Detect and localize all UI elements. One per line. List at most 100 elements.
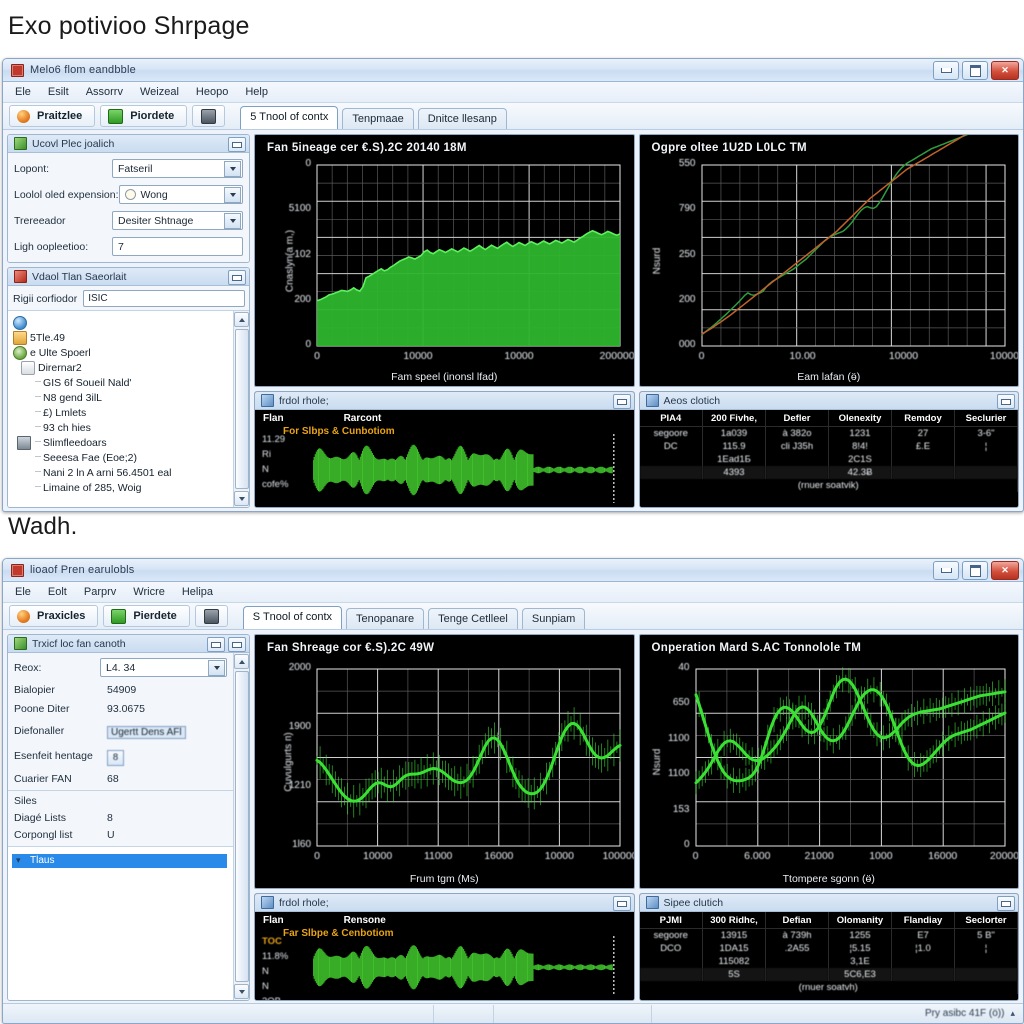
table-row[interactable]: 4393 42.3Ƀ [639,466,1018,479]
tree-item[interactable] [13,315,233,330]
column-header[interactable]: Defian [765,912,829,929]
column-header[interactable]: Olenexity [828,410,892,427]
menu-item-heopo[interactable]: Heopo [196,86,228,98]
tree-item[interactable]: ┄ 93 ch hies [13,420,233,435]
oopleetioo-input[interactable]: 7 [112,237,243,256]
chevron-down-icon[interactable] [224,161,241,177]
waveform-icon [261,394,274,407]
chevron-down-icon[interactable] [208,660,225,676]
column-header[interactable]: PIA4 [639,410,703,427]
tree-item[interactable]: ┄ N8 gend 3ilL [13,390,233,405]
toolbar-button-properties[interactable]: Praxicles [9,605,99,627]
table-row[interactable]: 115082 3,1E [639,955,1018,968]
scroll-up-icon[interactable] [234,654,249,669]
pane-close-button[interactable] [228,637,246,652]
menu-item-help[interactable]: Helipa [182,586,213,598]
tree-item[interactable]: e Ulte Spoerl [13,345,233,360]
pane-restore-button[interactable] [997,394,1015,409]
pane-restore-button[interactable] [997,896,1015,911]
tree-item[interactable]: Dirernar2 [13,360,233,375]
table-row[interactable]: 5S 5C6,E3 [639,968,1018,981]
tree-item[interactable]: 5Tlе.49 [13,330,233,345]
diefonaller-control[interactable]: Ugertt Dens AFl [107,722,227,740]
scroll-down-icon[interactable] [234,984,249,999]
menu-item-edit[interactable]: Esilt [48,86,69,98]
scrollbar-thumb[interactable] [234,329,249,489]
toolbar-button-tool[interactable] [194,605,228,627]
pane-restore-button[interactable] [228,137,246,152]
scroll-up-icon[interactable] [234,312,249,327]
chevron-down-icon[interactable]: ▾ [16,855,21,866]
tab-tool-of-contents[interactable]: S Tnool of contx [242,606,343,629]
tree-item[interactable]: ┄ £) Lmlets [13,405,233,420]
scroll-down-icon[interactable] [234,491,249,506]
tab-temperature[interactable]: Tenopanare [346,608,425,629]
column-header[interactable]: Olomanity [828,912,892,929]
lopont-combobox[interactable]: Fatseril [112,159,243,178]
toolbar-button-tool[interactable] [192,105,226,127]
tree-item[interactable]: ┄ Slimfleedoars [13,435,233,450]
trereeador-combobox[interactable]: Desiter Shtnage [112,211,243,230]
menu-item-help[interactable]: Help [245,86,268,98]
pane-restore-button[interactable] [612,394,631,409]
tree-item[interactable]: ┄ GIS 6f Soueil Nald' [13,375,233,390]
window1-titlebar[interactable]: Melo6 flom eandbble ✕ [3,59,1023,82]
toolbar-button-properties[interactable]: Praitzlee [9,105,96,127]
expension-combobox[interactable]: Wong [118,185,243,204]
column-header[interactable]: Remdoy [891,410,955,427]
menu-item-window[interactable]: Wricre [133,586,165,598]
list-item-selected[interactable]: ▾ Tlaus [12,853,227,868]
settings-form: Lopont: Fatseril Loolol oled expension: … [8,153,249,262]
chevron-up-icon[interactable]: ▴ [1010,1008,1015,1019]
table-row[interactable]: segoore 1a039 à 382o 1231 27 3-6ʺ [639,426,1018,440]
menu-item-file[interactable]: Ele [15,586,31,598]
y-axis-tick: 200 [294,293,311,305]
menu-item-window[interactable]: Weizeal [140,86,179,98]
column-header[interactable]: Seclorter [954,912,1018,929]
maximize-button[interactable] [962,61,988,80]
reox-combobox[interactable]: L4. 34 [100,658,227,677]
minimize-button[interactable] [933,61,959,80]
close-button[interactable]: ✕ [991,561,1019,580]
properties-scrollbar[interactable] [233,653,249,1000]
column-header[interactable]: PJMI [639,912,703,929]
pane-restore-button[interactable] [228,270,246,285]
esenfeit-control[interactable]: 8 [107,747,227,766]
menu-item-parprv[interactable]: Parprv [84,586,116,598]
column-header[interactable]: 200 Fivhe, [702,410,766,427]
tab-sunpiam[interactable]: Sunpiam [521,608,586,629]
close-button[interactable]: ✕ [991,61,1019,80]
chevron-down-icon[interactable] [224,213,241,229]
column-header[interactable]: Flandiay [891,912,955,929]
table-row[interactable]: 1Eаd1Б 2C1S [639,453,1018,466]
tree-scrollbar[interactable] [233,311,249,507]
tab-temperature[interactable]: Tenpmaae [342,108,414,129]
column-header[interactable]: Defler [765,410,829,427]
tab-tool-of-contents[interactable]: 5 Tnool of contx [240,106,339,129]
menu-item-assort[interactable]: Assorrv [86,86,123,98]
x-axis-tick: 6.000 [744,850,771,862]
scrollbar-thumb[interactable] [234,671,249,982]
table-row[interactable]: DCO 1DA15 .2A55 ¦5.15 ¦1.0 ¦ [639,942,1018,955]
tree-item[interactable]: ┄ Limaine of 285, Woig [13,480,233,495]
toolbar-button-save[interactable]: Piordete [100,105,188,127]
tree-item[interactable]: ┄ Seeesa Fae (Eoe;2) [13,450,233,465]
toolbar-button-save[interactable]: Pierdete [103,605,190,627]
menu-item-edit[interactable]: Eolt [48,586,67,598]
search-input[interactable]: ISIC [83,290,245,307]
minimize-button[interactable] [933,561,959,580]
table-row[interactable]: segoore 13915 à 739h 1255 E7 5 Bʺ [639,928,1018,942]
window2-titlebar[interactable]: lioaof Pren earulobls ✕ [3,559,1023,582]
tab-device-message[interactable]: Dnitce llesanp [417,108,507,129]
maximize-button[interactable] [962,561,988,580]
column-header[interactable]: 300 Ridhc, [702,912,766,929]
pane-restore-button[interactable] [207,637,225,652]
table-row[interactable]: DC 115.9 cli J35h 8!4! £.E ¦ [639,440,1018,453]
tree-item[interactable]: ┄ Nani 2 ln A arni 56.4501 eal [13,465,233,480]
column-header[interactable]: Seclurier [954,410,1018,427]
pane-restore-button[interactable] [612,896,631,911]
radio-icon[interactable] [124,189,136,200]
tab-range-certified[interactable]: Tenge Cetlleel [428,608,518,629]
chevron-down-icon[interactable] [224,187,241,203]
menu-item-file[interactable]: Ele [15,86,31,98]
